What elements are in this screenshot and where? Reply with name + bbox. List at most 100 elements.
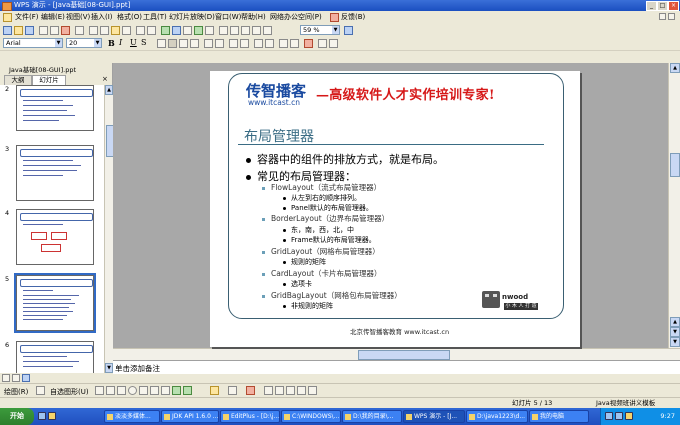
menu-insert[interactable]: 插入(I) — [91, 13, 113, 22]
app-menu-icon[interactable] — [3, 13, 12, 22]
arrow-icon[interactable] — [106, 386, 115, 395]
increase-indent-icon[interactable] — [290, 39, 299, 48]
scroll-up-icon[interactable]: ▲ — [105, 85, 113, 95]
scroll-thumb[interactable] — [358, 350, 450, 360]
vertical-textbox-icon[interactable] — [150, 386, 159, 395]
ellipse-icon[interactable] — [128, 386, 137, 395]
tray-ime-icon[interactable] — [625, 412, 633, 420]
align-center-icon[interactable] — [168, 39, 177, 48]
tab-outline[interactable]: 大纲 — [4, 75, 32, 85]
bullet-level2[interactable]: GridLayout（网格布局管理器） — [262, 246, 380, 257]
minimize-button[interactable]: _ — [646, 1, 657, 11]
arrow-style-icon[interactable] — [286, 386, 295, 395]
menu-file[interactable]: 文件(F) — [15, 13, 39, 22]
new-icon[interactable] — [3, 26, 12, 35]
font-color-icon[interactable] — [304, 39, 313, 48]
prev-slide-icon[interactable]: ▲ — [670, 317, 680, 327]
bullet-level2[interactable]: BorderLayout（边界布局管理器） — [262, 213, 389, 224]
doc-close-icon[interactable] — [668, 13, 675, 20]
pdf-export-icon[interactable] — [61, 26, 70, 35]
menu-window[interactable]: 窗口(W) — [215, 13, 241, 22]
sorter-view-icon[interactable] — [12, 374, 20, 382]
3d-style-icon[interactable] — [308, 386, 317, 395]
taskbar-item[interactable]: EditPlus - [D:\j... — [220, 410, 280, 423]
taskbar-item[interactable]: C:\WINDOWS\... — [281, 410, 341, 423]
slide-canvas[interactable]: 传智播客 www.itcast.cn —高级软件人才实作培训专家! 布局管理器 … — [210, 71, 580, 347]
menu-view[interactable]: 视图(V) — [66, 13, 90, 22]
align-right-icon[interactable] — [179, 39, 188, 48]
bullet-level2[interactable]: GridBagLayout（网格包布局管理器） — [262, 290, 402, 301]
save-icon[interactable] — [25, 26, 34, 35]
bullet-level1[interactable]: 容器中的组件的排放方式，就是布局。 — [246, 151, 444, 167]
bullet-level2[interactable]: CardLayout（卡片布局管理器） — [262, 268, 382, 279]
new-slide-icon[interactable] — [252, 26, 261, 35]
paragraph-spacing-icon[interactable] — [240, 39, 249, 48]
grayscale-icon[interactable] — [241, 26, 250, 35]
taskbar-item-active[interactable]: WPS 演示 - [J... — [403, 410, 465, 423]
line-color-icon[interactable] — [228, 386, 237, 395]
insert-link-icon[interactable] — [205, 26, 214, 35]
taskbar-item[interactable]: D:\我的目录\... — [342, 410, 402, 423]
print-preview-icon[interactable] — [50, 26, 59, 35]
taskbar-item[interactable]: 我的电脑 — [529, 410, 589, 423]
insert-chart-icon[interactable] — [172, 26, 181, 35]
fill-color-icon[interactable] — [210, 386, 219, 395]
bullet-level3[interactable]: 东，南，西，北，中 — [283, 225, 354, 235]
show-format-icon[interactable] — [230, 26, 239, 35]
slideshow-view-icon[interactable] — [22, 374, 30, 382]
close-button[interactable]: × — [668, 1, 679, 11]
tab-slides[interactable]: 幻灯片 — [32, 75, 66, 85]
numbering-icon[interactable] — [204, 39, 213, 48]
doc-minimize-icon[interactable] — [659, 13, 666, 20]
tray-network-icon[interactable] — [605, 412, 613, 420]
expand-all-icon[interactable] — [219, 26, 228, 35]
insert-textbox-icon[interactable] — [183, 26, 192, 35]
tray-volume-icon[interactable] — [615, 412, 623, 420]
font-size-select[interactable]: 20 ▼ — [66, 38, 102, 48]
close-panel-icon[interactable]: × — [102, 75, 108, 83]
menu-help[interactable]: 帮助(H) — [241, 13, 266, 22]
editor-scrollbar[interactable]: ▲ ▲ ▼ ▼ — [668, 63, 680, 348]
insert-table-icon[interactable] — [161, 26, 170, 35]
rectangle-icon[interactable] — [117, 386, 126, 395]
decrease-indent-icon[interactable] — [279, 39, 288, 48]
picture-icon[interactable] — [183, 386, 192, 395]
taskbar-item[interactable]: D:\java1223\d... — [466, 410, 528, 423]
bullet-level3[interactable]: Panel默认的布局管理器。 — [283, 203, 373, 213]
align-left-icon[interactable] — [157, 39, 166, 48]
shadow-button[interactable]: S — [141, 38, 146, 48]
cut-icon[interactable] — [89, 26, 98, 35]
decrease-font-icon[interactable] — [265, 39, 274, 48]
paste-icon[interactable] — [111, 26, 120, 35]
font-color-draw-icon[interactable] — [246, 386, 255, 395]
scroll-down-icon[interactable]: ▼ — [670, 337, 680, 347]
help-icon[interactable] — [344, 26, 353, 35]
show-desktop-icon[interactable] — [38, 412, 46, 420]
underline-button[interactable]: U — [130, 38, 137, 48]
insert-picture-icon[interactable] — [194, 26, 203, 35]
taskbar-item[interactable]: 淡淡多媒体... — [104, 410, 160, 423]
autoshapes-menu[interactable]: 自选图形(U) — [50, 387, 89, 397]
dash-style-icon[interactable] — [275, 386, 284, 395]
slide-thumbnail[interactable] — [16, 145, 94, 201]
design-icon[interactable] — [263, 26, 272, 35]
menu-edit[interactable]: 编辑(E) — [41, 13, 65, 22]
copy-icon[interactable] — [100, 26, 109, 35]
scroll-thumb[interactable] — [670, 153, 680, 177]
menu-tools[interactable]: 工具(T) — [143, 13, 167, 22]
slide-thumbnail[interactable] — [16, 341, 94, 373]
bullet-level3[interactable]: 从左到右的顺序排列。 — [283, 193, 361, 203]
scroll-up-icon[interactable]: ▲ — [670, 63, 680, 73]
taskbar-item[interactable]: JDK API 1.6.0 ... — [161, 410, 219, 423]
bullet-level3[interactable]: 选项卡 — [283, 279, 312, 289]
bullet-level2[interactable]: FlowLayout（流式布局管理器） — [262, 182, 381, 193]
increase-font-icon[interactable] — [254, 39, 263, 48]
slide-thumbnail-selected[interactable] — [14, 273, 96, 333]
bold-button[interactable]: B — [108, 38, 115, 48]
animation-icon[interactable] — [329, 39, 338, 48]
italic-button[interactable]: I — [119, 38, 122, 48]
next-slide-icon[interactable]: ▼ — [670, 327, 680, 337]
slide-title[interactable]: 布局管理器 — [244, 126, 314, 146]
slide-thumbnail[interactable] — [16, 85, 94, 131]
menu-slideshow[interactable]: 幻灯片放映(D) — [169, 13, 215, 22]
